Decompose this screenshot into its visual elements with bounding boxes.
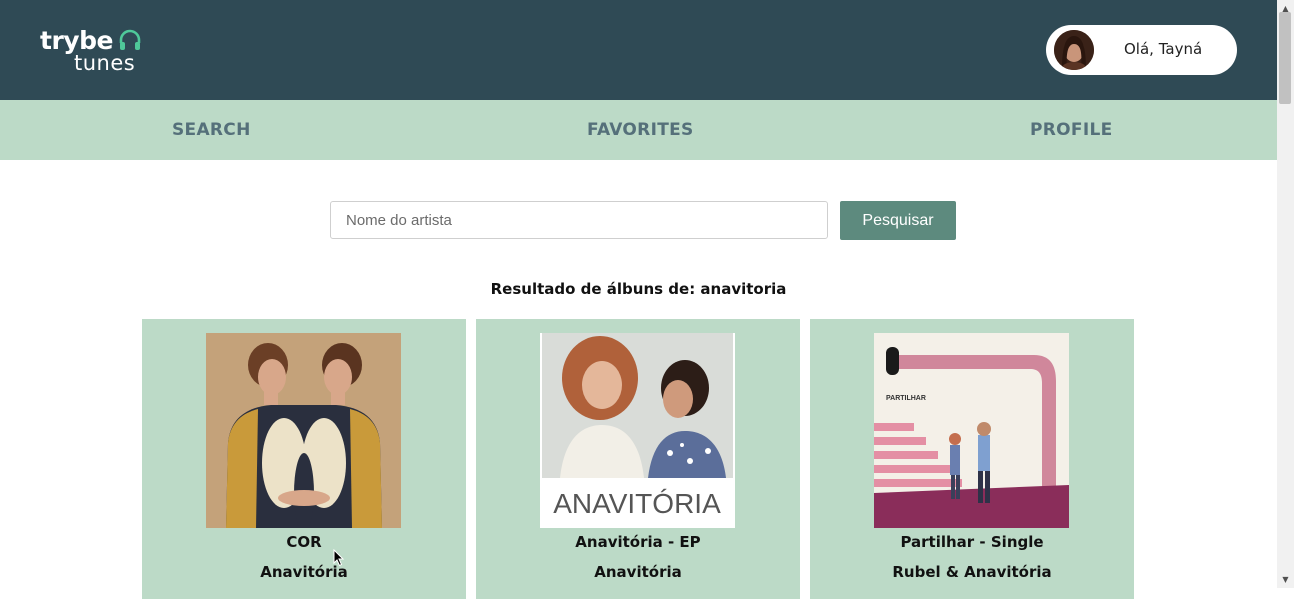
album-artist: Rubel & Anavitória <box>892 563 1052 581</box>
user-greeting-pill: Olá, Tayná <box>1046 25 1237 75</box>
nav-favorites-link[interactable]: FAVORITES <box>587 120 694 140</box>
album-name: COR <box>286 533 322 551</box>
main-nav: SEARCH FAVORITES PROFILE <box>0 100 1277 160</box>
artist-search-input[interactable] <box>330 201 828 239</box>
album-cover-partilhar: PARTILHAR <box>874 333 1069 528</box>
results-title: Resultado de álbuns de: anavitoria <box>490 280 787 298</box>
logo-tunes-text: tunes <box>74 51 136 75</box>
scrollbar-thumb[interactable] <box>1279 12 1291 104</box>
album-card-cor[interactable]: COR Anavitória <box>142 319 466 599</box>
page-scrollbar[interactable]: ▲ ▼ <box>1277 0 1294 588</box>
app-header: trybe tunes Olá, Tayná <box>0 0 1277 100</box>
avatar <box>1054 30 1094 70</box>
nav-profile-link[interactable]: PROFILE <box>1030 120 1113 140</box>
album-card-anavitoria-ep[interactable]: ANAVITÓRIA Anavitória - EP Anavitória <box>476 319 800 599</box>
album-name: Anavitória - EP <box>575 533 701 551</box>
album-name: Partilhar - Single <box>900 533 1044 551</box>
album-card-partilhar[interactable]: PARTILHAR Partilhar - Single Rubel & Ana… <box>810 319 1134 599</box>
mouse-pointer-icon <box>333 549 345 567</box>
user-greeting-text: Olá, Tayná <box>1124 40 1203 58</box>
album-cover-anavitoria-ep: ANAVITÓRIA <box>540 333 735 528</box>
triangle-down-icon[interactable]: ▼ <box>1277 571 1294 588</box>
headphones-icon <box>119 29 141 50</box>
avatar-image <box>1054 30 1094 70</box>
album-cover-cor <box>206 333 401 528</box>
cover-text-anavitoria: ANAVITÓRIA <box>553 488 721 519</box>
album-artist: Anavitória <box>260 563 348 581</box>
cover-text-partilhar: PARTILHAR <box>886 395 926 402</box>
album-artist: Anavitória <box>594 563 682 581</box>
search-button[interactable]: Pesquisar <box>840 201 956 240</box>
nav-search-link[interactable]: SEARCH <box>172 120 251 140</box>
